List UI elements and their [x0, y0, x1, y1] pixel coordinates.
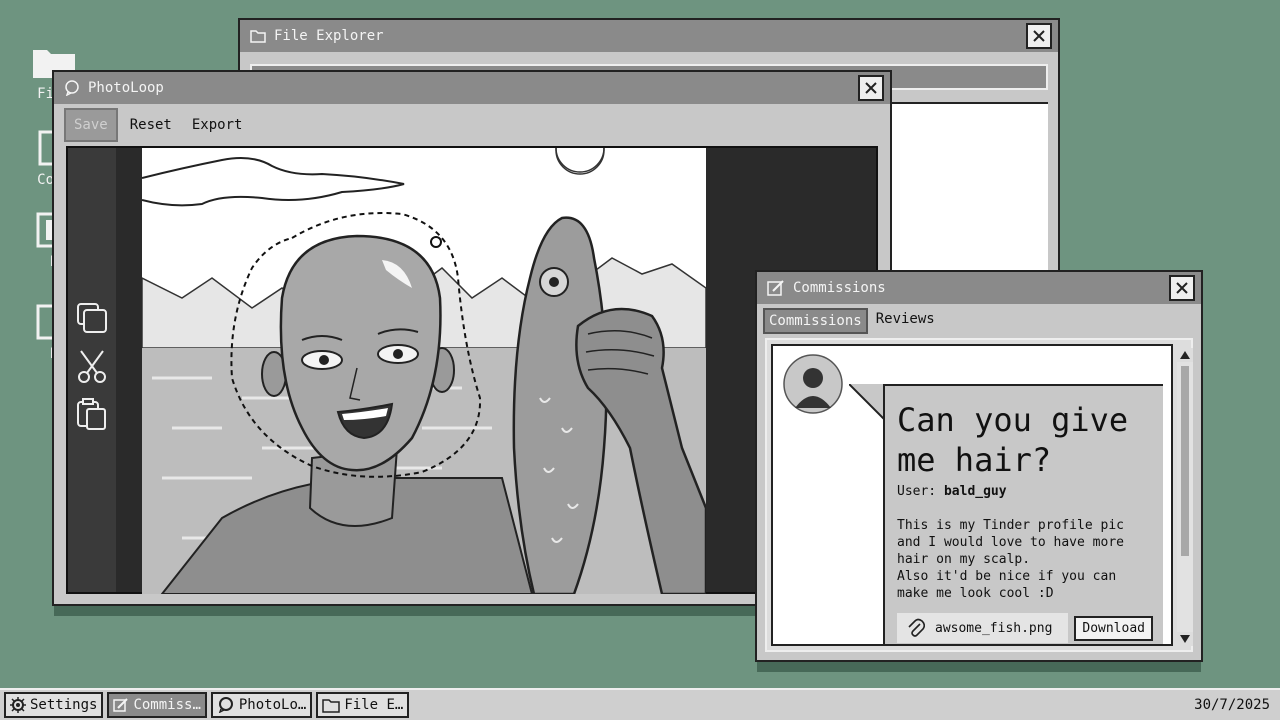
- reset-button[interactable]: Reset: [122, 110, 180, 140]
- taskbar-label: Commiss…: [133, 697, 201, 713]
- taskbar-settings[interactable]: Settings: [4, 692, 104, 718]
- download-button[interactable]: Download: [1074, 615, 1153, 641]
- request-title: Can you give me hair?: [897, 401, 1129, 479]
- scrollbar[interactable]: [1177, 348, 1193, 646]
- commission-request: Can you give me hair? User: bald_guy Thi…: [771, 344, 1173, 646]
- scroll-up-button[interactable]: [1177, 348, 1193, 362]
- attachment-name: awsome_fish.png: [935, 620, 1053, 636]
- close-icon: [1176, 282, 1188, 294]
- paste-tool-button[interactable]: [72, 394, 112, 434]
- taskbar-label: File E…: [344, 697, 404, 713]
- scroll-thumb[interactable]: [1181, 366, 1189, 556]
- chat-icon: [65, 80, 79, 96]
- scissors-icon: [78, 350, 106, 383]
- folder-icon: [250, 30, 266, 43]
- taskbar-photoloop[interactable]: PhotoLo…: [210, 692, 313, 718]
- photo-canvas[interactable]: [142, 148, 706, 594]
- user-label: User:: [897, 484, 937, 499]
- taskbar: Settings Commiss… PhotoLo… File E… 30/7/…: [0, 688, 1280, 720]
- paste-icon: [77, 398, 106, 430]
- commissions-tabs: Commissions Reviews: [757, 304, 1201, 338]
- commissions-titlebar[interactable]: Commissions: [757, 272, 1201, 304]
- taskbar-label: Settings: [30, 697, 98, 713]
- scroll-down-button[interactable]: [1177, 632, 1193, 646]
- attachment-file[interactable]: awsome_fish.png: [897, 613, 1069, 643]
- gear-icon: [10, 697, 26, 713]
- commissions-window: Commissions Commissions Reviews Can you …: [755, 270, 1203, 662]
- window-title: File Explorer: [274, 28, 384, 44]
- paperclip-icon: [908, 618, 925, 637]
- save-button[interactable]: Save: [64, 108, 118, 142]
- attachment-row: awsome_fish.png Download: [897, 612, 1153, 644]
- photoloop-titlebar[interactable]: PhotoLoop: [54, 72, 890, 104]
- tab-commissions[interactable]: Commissions: [763, 308, 868, 334]
- taskbar-label: PhotoLo…: [238, 697, 307, 713]
- photo-illustration: [142, 148, 706, 594]
- tab-reviews[interactable]: Reviews: [872, 308, 939, 334]
- close-button[interactable]: [858, 75, 884, 101]
- export-button[interactable]: Export: [184, 110, 251, 140]
- chat-icon: [218, 697, 233, 713]
- copy-tool-button[interactable]: [72, 298, 112, 338]
- edit-icon: [113, 698, 129, 712]
- close-icon: [865, 82, 877, 94]
- user-name: bald_guy: [943, 484, 1007, 499]
- arrow-down-icon: [1180, 635, 1190, 643]
- file-explorer-titlebar[interactable]: File Explorer: [240, 20, 1058, 52]
- photoloop-toolbar: Save Reset Export: [54, 104, 890, 146]
- request-description: This is my Tinder profile pic and I woul…: [897, 518, 1124, 601]
- avatar: [783, 354, 843, 414]
- arrow-up-icon: [1180, 351, 1190, 359]
- cut-tool-button[interactable]: [72, 346, 112, 386]
- folder-icon: [322, 699, 341, 713]
- window-title: Commissions: [793, 280, 886, 296]
- commission-frame: Can you give me hair? User: bald_guy Thi…: [765, 338, 1193, 652]
- window-title: PhotoLoop: [88, 80, 164, 96]
- request-bubble: Can you give me hair? User: bald_guy Thi…: [883, 384, 1163, 644]
- close-button[interactable]: [1026, 23, 1052, 49]
- copy-icon: [77, 303, 107, 333]
- close-icon: [1033, 30, 1045, 42]
- request-user: User: bald_guy: [897, 484, 1151, 499]
- taskbar-commissions[interactable]: Commiss…: [107, 692, 207, 718]
- close-button[interactable]: [1169, 275, 1195, 301]
- file-list-pane: [890, 102, 1048, 270]
- clock: 30/7/2025: [1194, 697, 1270, 713]
- edit-icon: [767, 280, 784, 296]
- taskbar-file-explorer[interactable]: File E…: [316, 692, 410, 718]
- speech-bubble-tail: [849, 384, 885, 421]
- tool-strip: [68, 148, 116, 592]
